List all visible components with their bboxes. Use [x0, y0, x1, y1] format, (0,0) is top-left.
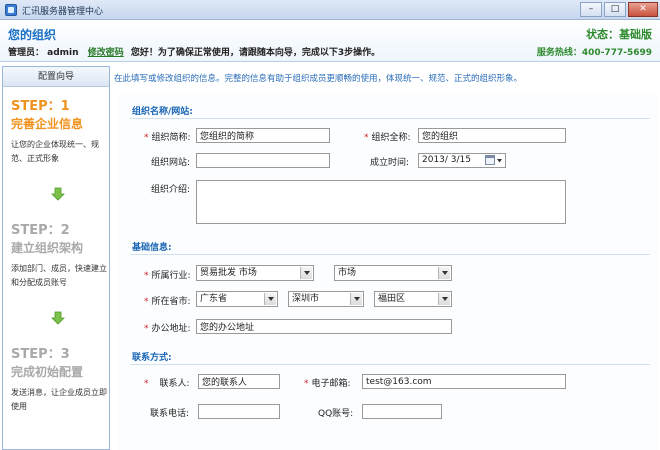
step-1-title: 完善企业信息: [11, 117, 84, 131]
intro-label: 组织介绍:: [151, 185, 191, 195]
step-2-title: 建立组织架构: [11, 241, 84, 255]
section-divider: [130, 118, 650, 119]
address-label: * 办公地址:: [144, 321, 191, 334]
step-1-number: STEP：1: [11, 99, 70, 114]
address-label-text: 办公地址:: [151, 324, 191, 334]
required-mark: *: [144, 379, 149, 389]
province-select-value: 广东省: [200, 294, 228, 304]
org-form: 组织名称/网站: *组织简称: *组织全称: 组织网站: 成立时间: 2013/…: [118, 92, 658, 450]
city-select[interactable]: 深圳市: [288, 291, 364, 307]
step-1[interactable]: STEP：1 完善企业信息 让您的企业体现统一、规范、正式形象: [11, 95, 107, 166]
page-title: 您的组织: [8, 28, 57, 42]
step-3-title: 完成初始配置: [11, 365, 84, 379]
industry-select-value: 贸易批发 市场: [200, 268, 257, 278]
address-input[interactable]: [196, 319, 452, 334]
full-name-label: * 组织全称:: [364, 130, 411, 143]
admin-name: admin: [47, 48, 79, 58]
step-1-desc: 让您的企业体现统一、规范、正式形象: [11, 140, 99, 163]
short-name-label: * 组织简称:: [144, 130, 191, 143]
step-3-desc: 发送消息，让企业成员立即使用: [11, 388, 107, 411]
calendar-dropdown-icon[interactable]: [485, 155, 503, 166]
chevron-down-icon: [300, 267, 312, 279]
email-label-text: 电子邮箱:: [311, 379, 351, 389]
main-content: 在此填写或修改组织的信息。完整的信息有助于组织成员更顺畅的使用，体现统一、规范、…: [114, 66, 660, 450]
intro-textarea[interactable]: [196, 180, 566, 224]
window-titlebar: 汇讯服务器管理中心 – □ ✕: [0, 0, 660, 20]
phone-input[interactable]: [198, 404, 280, 419]
minimize-button[interactable]: –: [580, 2, 602, 17]
change-password-link[interactable]: 修改密码: [88, 48, 124, 58]
step-3-number: STEP：3: [11, 347, 70, 362]
close-button[interactable]: ✕: [628, 2, 658, 17]
section-title-org: 组织名称/网站:: [132, 107, 193, 117]
section-divider: [130, 364, 650, 365]
service-hotline: 服务热线：400-777-5699: [536, 48, 652, 58]
required-mark: *: [144, 297, 149, 307]
chevron-down-icon: [438, 267, 450, 279]
province-select[interactable]: 广东省: [196, 291, 278, 307]
founded-label: 成立时间:: [370, 158, 410, 168]
phone-label: 联系电话:: [150, 409, 190, 419]
required-mark: *: [304, 379, 309, 389]
step-3[interactable]: STEP：3 完成初始配置 发送消息，让企业成员立即使用: [11, 343, 107, 414]
required-mark: *: [144, 324, 149, 334]
step-2-desc: 添加部门、成员，快速建立和分配成员账号: [11, 264, 107, 287]
district-select[interactable]: 福田区: [374, 291, 452, 307]
industry-sub-select-value: 市场: [338, 268, 357, 278]
contact-person-input[interactable]: [198, 374, 280, 389]
qq-input[interactable]: [362, 404, 442, 419]
required-mark: *: [364, 133, 369, 143]
maximize-button[interactable]: □: [604, 2, 626, 17]
admin-info: 管理员： admin 修改密码 您好！为了确保正常使用，请跟随本向导，完成以下3…: [8, 45, 380, 58]
sidebar-heading: 配置向导: [3, 67, 109, 87]
founded-date-picker[interactable]: 2013/ 3/15: [418, 153, 506, 168]
window-title: 汇讯服务器管理中心: [22, 7, 104, 17]
down-arrow-icon: [51, 187, 65, 201]
chevron-down-icon: [438, 293, 450, 305]
edition-status: 状态：基础版: [586, 28, 652, 41]
website-label: 组织网站:: [151, 158, 191, 168]
contact-person-label-text: 联系人:: [159, 379, 190, 389]
setup-wizard-sidebar: 配置向导 STEP：1 完善企业信息 让您的企业体现统一、规范、正式形象 STE…: [2, 66, 110, 450]
chevron-down-icon: [264, 293, 276, 305]
step-2-number: STEP：2: [11, 223, 70, 238]
chevron-down-icon: [350, 293, 362, 305]
founded-date-value: 2013/ 3/15: [422, 155, 472, 165]
city-select-value: 深圳市: [292, 294, 320, 304]
page-header: 您的组织 状态：基础版 管理员： admin 修改密码 您好！为了确保正常使用，…: [0, 20, 660, 62]
website-input[interactable]: [196, 153, 330, 168]
industry-label: * 所属行业:: [144, 268, 191, 281]
email-label: * 电子邮箱:: [304, 376, 351, 389]
industry-select[interactable]: 贸易批发 市场: [196, 265, 314, 281]
short-name-input[interactable]: [196, 128, 330, 143]
full-name-input[interactable]: [418, 128, 566, 143]
section-divider: [130, 254, 650, 255]
section-title-contact: 联系方式:: [132, 353, 172, 363]
industry-label-text: 所属行业:: [151, 271, 191, 281]
app-icon: [5, 4, 17, 16]
contact-person-label: * 联系人:: [144, 376, 190, 389]
region-label-text: 所在省市:: [151, 297, 191, 307]
email-input[interactable]: [362, 374, 566, 389]
down-arrow-icon: [51, 311, 65, 325]
admin-label: 管理员：: [8, 48, 45, 58]
section-title-basic: 基础信息:: [132, 243, 172, 253]
short-name-label-text: 组织简称:: [151, 133, 191, 143]
region-label: * 所在省市:: [144, 294, 191, 307]
step-2[interactable]: STEP：2 建立组织架构 添加部门、成员，快速建立和分配成员账号: [11, 219, 107, 290]
guide-text: 您好！为了确保正常使用，请跟随本向导，完成以下3步操作。: [130, 48, 381, 58]
required-mark: *: [144, 271, 149, 281]
required-mark: *: [144, 133, 149, 143]
qq-label: QQ账号:: [318, 409, 354, 419]
full-name-label-text: 组织全称:: [371, 133, 411, 143]
industry-sub-select[interactable]: 市场: [334, 265, 452, 281]
info-notice: 在此填写或修改组织的信息。完整的信息有助于组织成员更顺畅的使用，体现统一、规范、…: [114, 74, 523, 84]
district-select-value: 福田区: [378, 294, 406, 304]
